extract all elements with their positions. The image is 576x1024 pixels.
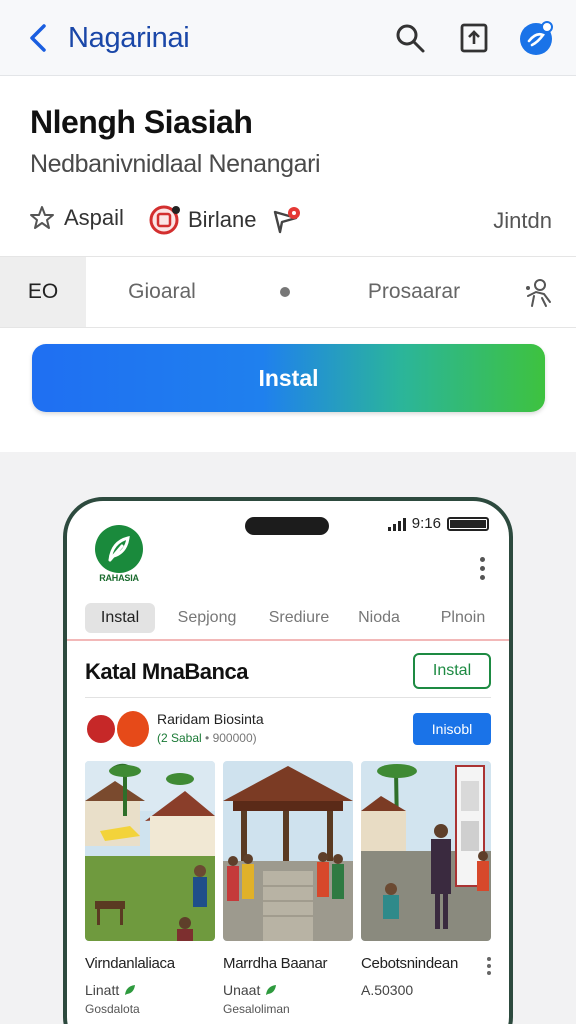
app-logo: RAHASIA [89,525,149,587]
card-subtitle: A.50300 [361,982,491,998]
share-meta[interactable] [270,204,304,236]
developer-rating-extra: • 900000) [205,731,257,745]
card-subtitle-text: A.50300 [361,982,414,998]
preview-tab-3[interactable]: Srediure [263,603,335,633]
developer-rating-value: (2 Sabal [157,731,202,745]
developer-rating: (2 Sabal • 900000) [157,731,257,745]
app-subtitle: Nedbanivnidlaal Nenangari [30,150,321,178]
preview-tabs: Instal Sepjong Srediure Nioda Plnoin [67,599,509,641]
rating-label: Aspail [64,205,124,230]
preview-tab-4[interactable]: Nioda [353,603,405,633]
card-subtitle-text: Linatt [85,982,120,998]
signal-icon [387,517,406,531]
send-badge-icon [273,207,300,234]
card-row: Virndanlaliaca Linatt Gosdalota Marrdha … [85,761,505,1021]
share-box-icon[interactable] [456,20,492,56]
tab-third[interactable]: Prosaarar [340,257,488,327]
card-caption: Gesaloliman [223,1002,290,1016]
developer-install-button[interactable]: Inisobl [413,713,491,745]
back-arrow-icon[interactable] [22,20,54,56]
preview-install-outline-button[interactable]: Instal [413,653,491,689]
developer-name: Raridam Biosinta [157,711,264,727]
tab-first[interactable]: EO [0,257,86,327]
people-icon[interactable] [518,273,558,313]
preview-title: Katal MnaBanca [85,659,248,684]
leaf-logo-icon [95,525,143,573]
brand-meta[interactable]: Birlane [148,204,256,236]
developer-row: Raridam Biosinta (2 Sabal • 900000) Inis… [85,709,495,757]
village-market-photo [85,761,215,941]
more-options-icon[interactable] [480,557,485,580]
card-more-icon[interactable] [487,957,491,975]
card-subtitle-text: Unaat [223,982,261,998]
brand-badge-icon [149,205,180,235]
app-meta-row: Aspail Birlane Jintdn [0,196,576,246]
account-icon[interactable] [518,20,554,56]
developer-logo-icon [85,713,117,745]
tab-strip: EO Gioaral Prosaarar [0,256,576,328]
village-notice-photo [361,761,491,941]
status-time: 9:16 [411,515,441,532]
card-caption: Gosdalota [85,1002,140,1016]
top-app-bar: Nagarinai [0,0,576,76]
battery-icon [447,516,489,531]
search-icon[interactable] [392,20,428,56]
card-title: Marrdha Baanar [223,955,328,972]
brand-label: Birlane [188,207,257,232]
pavilion-gathering-photo [223,761,353,941]
card-subtitle: Linatt [85,982,215,998]
divider [85,697,491,698]
card-item[interactable]: Cebotsnindean A.50300 [361,761,491,998]
logo-text: RAHASIA [99,573,139,583]
phone-status-bar: 9:16 [387,515,489,532]
meta-right-label: Jintdn [493,208,552,233]
developer-logo-secondary-icon [117,711,149,747]
card-title: Cebotsnindean [361,955,459,972]
card-title: Virndanlaliaca [85,955,175,972]
phone-notch [245,517,329,535]
preview-tab-2[interactable]: Sepjong [171,603,243,633]
preview-tab-5[interactable]: Plnoin [433,603,493,633]
rating-meta[interactable]: Aspail [28,204,124,232]
app-title: Nlengh Siasiah [30,104,253,140]
install-button[interactable]: Instal [32,344,545,412]
star-icon [30,206,54,229]
card-item[interactable]: Marrdha Baanar Unaat Gesaloliman [223,761,353,1016]
card-item[interactable]: Virndanlaliaca Linatt Gosdalota [85,761,215,1016]
card-subtitle: Unaat [223,982,353,998]
preview-tab-1[interactable]: Instal [85,603,155,633]
tab-separator-dot [280,287,290,297]
tab-second[interactable]: Gioaral [100,257,224,327]
phone-preview[interactable]: 9:16 RAHASIA Instal Sepjong Srediure Nio… [63,497,513,1024]
topbar-title: Nagarinai [68,22,190,54]
leaf-badge-icon [125,985,136,995]
leaf-badge-icon [266,985,277,995]
